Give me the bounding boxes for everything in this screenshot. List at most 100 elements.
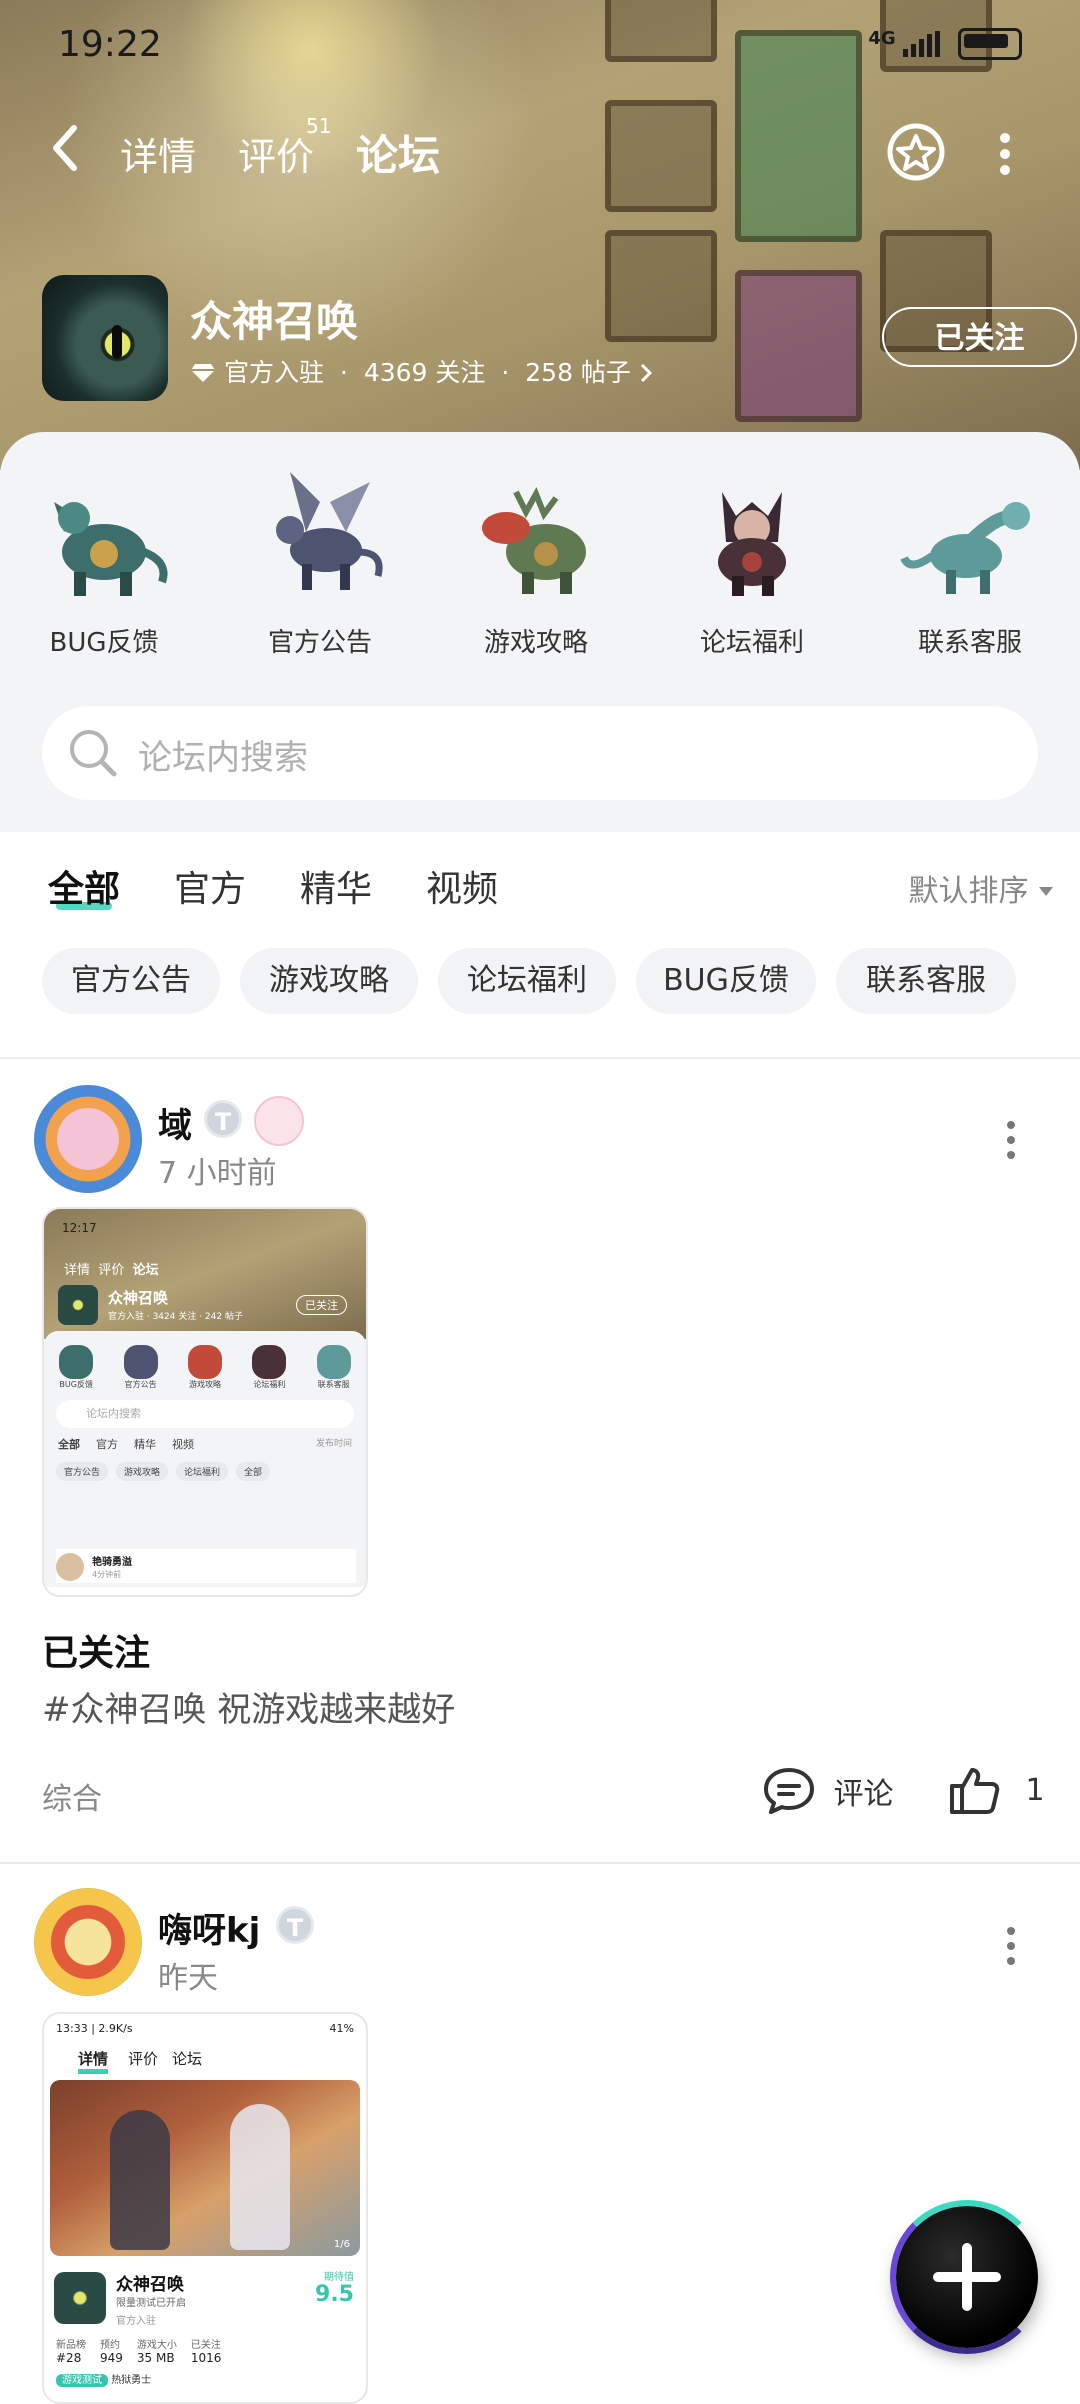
- level-badge: T: [204, 1100, 242, 1138]
- chip-bug-report[interactable]: BUG反馈: [636, 948, 816, 1014]
- thumb-battery: 41%: [329, 2022, 354, 2035]
- posts-count: 258 帖子: [525, 358, 631, 387]
- more-vertical-icon[interactable]: [998, 132, 1012, 176]
- post-time: 昨天: [158, 1961, 218, 1996]
- thumb-tag: 游戏测试: [56, 2374, 108, 2387]
- like-button[interactable]: 1: [948, 1764, 1045, 1816]
- post-image[interactable]: 13:33 | 2.9K/s 41% 详情 评价 论坛 1/6 众神召唤 限量测…: [42, 2012, 368, 2404]
- tab-details[interactable]: 详情: [120, 126, 196, 181]
- header-banner: [0, 0, 1080, 470]
- thumb-stat: 新品榜 #28: [56, 2336, 86, 2365]
- thumb-status-text: 13:33 | 2.9K/s: [56, 2022, 133, 2035]
- thumb-filter-tab: 官方: [96, 1438, 118, 1451]
- thumb-stat-value: 1016: [190, 2351, 222, 2365]
- category-label: BUG反馈: [49, 628, 159, 658]
- post-image[interactable]: 12:17 详情 评价 论坛 众神召唤 官方入驻 · 3424 关注 · 242…: [42, 1207, 368, 1597]
- banner-item-tile: [735, 270, 862, 422]
- thumb-tabs: 详情 评价 论坛: [64, 1259, 159, 1278]
- signal-icon: [903, 31, 941, 57]
- post-username[interactable]: 域: [158, 1098, 192, 1147]
- thumb-chips: 官方公告 游戏攻略 论坛福利 全部: [56, 1462, 354, 1481]
- thumb-stat-key: 游戏大小: [136, 2340, 177, 2351]
- category-bug-report[interactable]: BUG反馈: [14, 472, 194, 659]
- thumb-follow: 已关注: [296, 1295, 347, 1315]
- tab-reviews[interactable]: 评价 51: [238, 114, 331, 181]
- thumbs-up-icon: [950, 1768, 1000, 1814]
- search-input[interactable]: 论坛内搜索: [42, 706, 1038, 800]
- plus-icon: [933, 2243, 1001, 2311]
- post-category[interactable]: 综合: [42, 1774, 102, 1818]
- star-icon[interactable]: [886, 122, 946, 182]
- more-vertical-icon[interactable]: [1006, 1120, 1016, 1160]
- medal-icon: [254, 1096, 304, 1146]
- thumb-app-title: 众神召唤: [108, 1289, 169, 1307]
- thumb-tab: 论坛: [132, 1263, 159, 1278]
- thumb-sort: 发布时间: [315, 1439, 352, 1449]
- category-label: 论坛福利: [699, 628, 804, 658]
- thumb-stat: 游戏大小 35 MB: [137, 2336, 177, 2365]
- thumb-tag: 热狱勇士: [111, 2375, 152, 2386]
- category-rewards[interactable]: 论坛福利: [662, 472, 842, 659]
- tab-reviews-label: 评价: [238, 135, 315, 179]
- app-icon[interactable]: [42, 275, 168, 401]
- thumb-category-label: 游戏攻略: [188, 1380, 221, 1389]
- filter-tab-all[interactable]: 全部: [48, 860, 120, 912]
- avatar[interactable]: [34, 1888, 142, 1996]
- filter-tab-official[interactable]: 官方: [174, 860, 246, 912]
- chip-announcements[interactable]: 官方公告: [42, 948, 220, 1014]
- search-placeholder: 论坛内搜索: [138, 738, 308, 778]
- thumb-app-icon: [58, 1285, 98, 1325]
- sort-dropdown[interactable]: 默认排序: [908, 866, 1054, 910]
- thumb-category: 联系客服: [316, 1345, 351, 1390]
- back-button[interactable]: [50, 124, 80, 184]
- post-time: 7 小时前: [158, 1156, 277, 1191]
- create-post-button[interactable]: [890, 2200, 1044, 2354]
- thumb-filter-tabs: 全部 官方 精华 视频 发布时间: [58, 1436, 352, 1452]
- category-label: 官方公告: [267, 628, 372, 658]
- tab-forum[interactable]: 论坛: [356, 122, 441, 185]
- thumb-category-label: 官方公告: [124, 1380, 157, 1389]
- more-vertical-icon[interactable]: [1006, 1926, 1016, 1966]
- category-guides[interactable]: 游戏攻略: [446, 472, 626, 659]
- chip-rewards[interactable]: 论坛福利: [438, 948, 616, 1014]
- comment-button[interactable]: 评论: [762, 1766, 894, 1816]
- filter-tab-featured[interactable]: 精华: [300, 860, 372, 912]
- app-title: 众神召唤: [190, 297, 359, 346]
- thumb-panel: BUG反馈 官方公告 游戏攻略 论坛福利 联系客服 论坛内搜索 全部 官方 精华 视频…: [44, 1331, 366, 1587]
- post-username[interactable]: 嗨呀kj: [158, 1903, 260, 1952]
- thumb-chip: 游戏攻略: [116, 1462, 169, 1481]
- thumb-filter-tab: 精华: [134, 1438, 156, 1451]
- diamond-icon: [191, 364, 215, 382]
- thumb-filter-tab: 视频: [172, 1438, 194, 1451]
- post-title[interactable]: 已关注: [42, 1624, 150, 1676]
- thumb-tab: 论坛: [172, 2050, 203, 2068]
- follow-button[interactable]: 已关注: [882, 307, 1077, 367]
- chevron-right-icon: [640, 363, 653, 383]
- tab-forum-label: 论坛: [356, 131, 441, 180]
- avatar[interactable]: [34, 1085, 142, 1193]
- thumb-stat-key: 新品榜: [56, 2340, 86, 2351]
- chip-guides[interactable]: 游戏攻略: [240, 948, 418, 1014]
- level-badge: T: [276, 1906, 314, 1944]
- chip-support[interactable]: 联系客服: [836, 948, 1016, 1014]
- category-support[interactable]: 联系客服: [880, 472, 1060, 659]
- thumb-stat-value: 35 MB: [136, 2351, 175, 2365]
- thumb-app-title: 众神召唤: [116, 2275, 184, 2295]
- post-divider: [0, 1862, 1080, 1864]
- thumb-app-meta: 官方入驻 · 3424 关注 · 242 帖子: [108, 1312, 243, 1322]
- thumb-tab: 评价: [98, 1263, 125, 1278]
- thumb-user-time: 4分钟前: [92, 1570, 122, 1579]
- thumb-filter-tab: 全部: [58, 1438, 80, 1451]
- filter-tab-video[interactable]: 视频: [426, 860, 498, 912]
- meta-separator: ·: [339, 358, 348, 387]
- battery-icon: [958, 28, 1022, 60]
- thumb-tags: 游戏测试 热狱勇士: [44, 2365, 366, 2392]
- category-announcements[interactable]: 官方公告: [230, 472, 410, 659]
- thumb-chip: 全部: [236, 1462, 271, 1481]
- thumb-category: BUG反馈: [59, 1345, 94, 1390]
- post-content[interactable]: #众神召唤 祝游戏越来越好: [42, 1682, 455, 1731]
- like-count: 1: [1025, 1772, 1045, 1808]
- thumb-verified: 官方入驻: [116, 2316, 156, 2327]
- app-meta[interactable]: 官方入驻 · 4369 关注 · 258 帖子: [190, 353, 653, 389]
- status-indicators: 4G: [868, 28, 1022, 60]
